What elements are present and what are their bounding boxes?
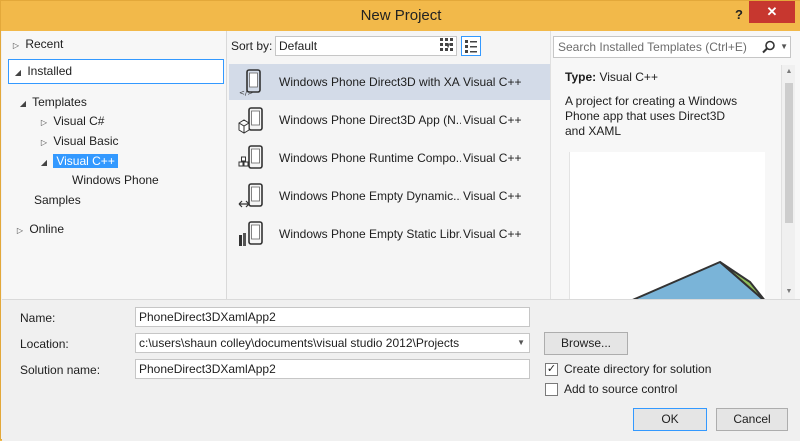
template-language: Visual C++	[463, 151, 522, 165]
tree-label: Visual Basic	[53, 134, 119, 148]
tree-item-recent[interactable]: ▷ Recent	[10, 34, 63, 54]
template-name: Windows Phone Runtime Compo...	[279, 151, 461, 165]
cancel-button[interactable]: Cancel	[716, 408, 788, 431]
expanded-arrow-icon[interactable]: ◢	[12, 63, 24, 83]
checkbox-checked-icon[interactable]: ✓	[545, 363, 558, 376]
small-icons-view-icon[interactable]	[439, 37, 455, 53]
collapsed-arrow-icon[interactable]: ▷	[14, 221, 26, 241]
template-language: Visual C++	[463, 227, 522, 241]
window-title: New Project	[360, 7, 442, 24]
tree-label-selected: Visual C++	[53, 154, 118, 168]
template-row-direct3d-app[interactable]: Windows Phone Direct3D App (N... Visual …	[229, 102, 550, 138]
template-name: Windows Phone Empty Dynamic...	[279, 189, 461, 203]
template-list-pane: Sort by: Default ▼ </> Windows Phone Dir…	[227, 31, 550, 299]
expanded-arrow-icon[interactable]: ◢	[17, 94, 29, 114]
title-bar: New Project ? ✕	[1, 1, 800, 31]
template-language: Visual C++	[463, 189, 522, 203]
template-name: Windows Phone Empty Static Libr...	[279, 227, 461, 241]
list-view-button[interactable]	[461, 36, 481, 56]
template-description: A project for creating a Windows Phone a…	[565, 94, 738, 138]
tree-item-visual-csharp[interactable]: ▷ Visual C#	[38, 111, 105, 133]
phone-lib-icon	[239, 221, 263, 246]
dropdown-caret-icon[interactable]: ▼	[517, 334, 525, 352]
dropdown-caret-icon[interactable]: ▼	[780, 37, 788, 57]
template-name: Windows Phone Direct3D with XA...	[279, 75, 461, 89]
list-view-icon	[465, 40, 477, 53]
new-project-dialog: New Project ? ✕ ▷ Recent ◢ Installed ◢ T…	[0, 0, 800, 441]
project-name-input[interactable]: PhoneDirect3DXamlApp2	[135, 307, 530, 327]
details-scrollbar[interactable]: ▲ ▼	[781, 65, 795, 299]
project-settings-form: Name: PhoneDirect3DXamlApp2 Location: c:…	[2, 299, 800, 441]
name-label: Name:	[20, 311, 56, 325]
tree-label: Online	[29, 222, 65, 236]
sort-by-value: Default	[279, 39, 318, 53]
create-directory-label: Create directory for solution	[564, 362, 712, 376]
sort-by-dropdown[interactable]: Default ▼	[275, 36, 457, 56]
collapsed-arrow-icon[interactable]: ▷	[38, 113, 50, 133]
template-row-direct3d-xaml[interactable]: </> Windows Phone Direct3D with XA... Vi…	[229, 64, 550, 100]
tree-label: Windows Phone	[72, 173, 159, 187]
location-label: Location:	[20, 337, 69, 351]
tree-label: Samples	[34, 193, 81, 207]
checkbox-unchecked-icon[interactable]	[545, 383, 558, 396]
collapsed-arrow-icon[interactable]: ▷	[38, 133, 50, 153]
tree-item-templates[interactable]: ◢ Templates	[17, 92, 87, 112]
preview-graphic	[627, 260, 765, 302]
tree-item-installed[interactable]: ◢ Installed	[12, 61, 72, 81]
template-row-empty-dynamic[interactable]: Windows Phone Empty Dynamic... Visual C+…	[229, 178, 550, 214]
tree-item-windows-phone[interactable]: Windows Phone	[72, 170, 159, 190]
type-label: Type:	[565, 70, 597, 84]
collapsed-arrow-icon[interactable]: ▷	[10, 36, 22, 56]
close-button[interactable]: ✕	[749, 1, 795, 23]
expanded-arrow-icon[interactable]: ◢	[38, 153, 50, 173]
phone-xaml-icon: </>	[239, 69, 261, 96]
template-details-pane: Search Installed Templates (Ctrl+E) ▼ Ty…	[550, 31, 800, 302]
template-row-runtime-component[interactable]: Windows Phone Runtime Compo... Visual C+…	[229, 140, 550, 176]
template-name: Windows Phone Direct3D App (N...	[279, 113, 461, 127]
template-preview-image	[569, 152, 765, 302]
search-installed-templates-input[interactable]: Search Installed Templates (Ctrl+E) ▼	[553, 36, 791, 58]
tree-item-visual-cpp[interactable]: ◢ Visual C++	[38, 151, 118, 171]
tree-label: Templates	[32, 95, 87, 109]
tree-label: Recent	[25, 37, 64, 51]
phone-component-icon	[238, 145, 263, 169]
search-placeholder: Search Installed Templates (Ctrl+E)	[558, 40, 747, 54]
phone-3d-cube-icon	[238, 107, 263, 134]
tree-item-visual-basic[interactable]: ▷ Visual Basic	[38, 131, 119, 151]
tree-item-samples[interactable]: Samples	[34, 190, 81, 210]
scroll-down-arrow-icon[interactable]: ▼	[782, 285, 796, 299]
solution-name-input[interactable]: PhoneDirect3DXamlApp2	[135, 359, 530, 379]
sort-by-label: Sort by:	[231, 39, 273, 53]
add-source-control-label: Add to source control	[564, 382, 678, 396]
template-category-tree: ▷ Recent ◢ Installed ◢ Templates ▷ Visua…	[2, 31, 227, 299]
location-value: c:\users\shaun colley\documents\visual s…	[139, 336, 460, 350]
ok-button[interactable]: OK	[633, 408, 707, 431]
svg-text:</>: </>	[239, 89, 253, 96]
type-value: Visual C++	[599, 70, 658, 84]
tree-item-online[interactable]: ▷ Online	[14, 219, 64, 239]
scrollbar-thumb[interactable]	[785, 83, 793, 223]
help-button[interactable]: ?	[729, 5, 749, 25]
template-type: Type: Visual C++	[565, 70, 658, 84]
tree-label: Installed	[27, 64, 73, 78]
location-dropdown[interactable]: c:\users\shaun colley\documents\visual s…	[135, 333, 530, 353]
template-toolbar: Sort by: Default ▼	[227, 31, 550, 61]
solution-name-label: Solution name:	[20, 363, 101, 377]
scroll-up-arrow-icon[interactable]: ▲	[782, 65, 796, 79]
search-icon[interactable]	[762, 40, 776, 54]
template-language: Visual C++	[463, 113, 522, 127]
phone-dll-icon	[238, 183, 263, 208]
template-language: Visual C++	[463, 75, 522, 89]
tree-label: Visual C#	[53, 114, 105, 128]
template-row-empty-static[interactable]: Windows Phone Empty Static Libr... Visua…	[229, 216, 550, 252]
browse-button[interactable]: Browse...	[544, 332, 628, 355]
